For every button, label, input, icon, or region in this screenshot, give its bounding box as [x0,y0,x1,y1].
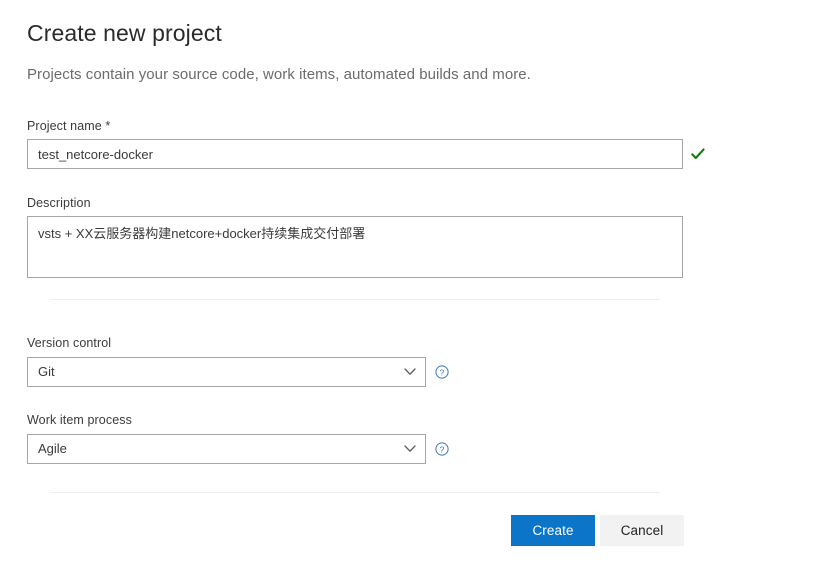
divider-bottom [50,492,660,493]
svg-text:?: ? [440,367,445,377]
create-project-dialog: Create new project Projects contain your… [0,0,830,576]
check-icon [690,146,706,162]
description-textarea[interactable] [27,216,683,278]
help-circle-icon-work-item-process[interactable]: ? [435,442,449,456]
chevron-down-icon[interactable] [404,367,416,377]
create-button[interactable]: Create [511,515,595,546]
work-item-process-select[interactable]: Agile [27,434,426,464]
chevron-down-icon[interactable] [404,444,416,454]
page-subtitle: Projects contain your source code, work … [27,66,531,83]
version-control-value: Git [38,364,55,379]
work-item-process-label: Work item process [27,413,132,427]
project-name-input[interactable] [27,139,683,169]
help-circle-icon-version-control[interactable]: ? [435,365,449,379]
svg-text:?: ? [440,444,445,454]
project-name-label-text: Project name [27,119,102,133]
project-name-label: Project name * [27,118,110,134]
required-asterisk: * [101,119,111,133]
cancel-button[interactable]: Cancel [600,515,684,546]
divider-top [50,299,660,300]
page-title: Create new project [27,20,222,46]
description-label: Description [27,196,91,210]
work-item-process-value: Agile [38,441,67,456]
version-control-label: Version control [27,336,112,350]
version-control-select[interactable]: Git [27,357,426,387]
